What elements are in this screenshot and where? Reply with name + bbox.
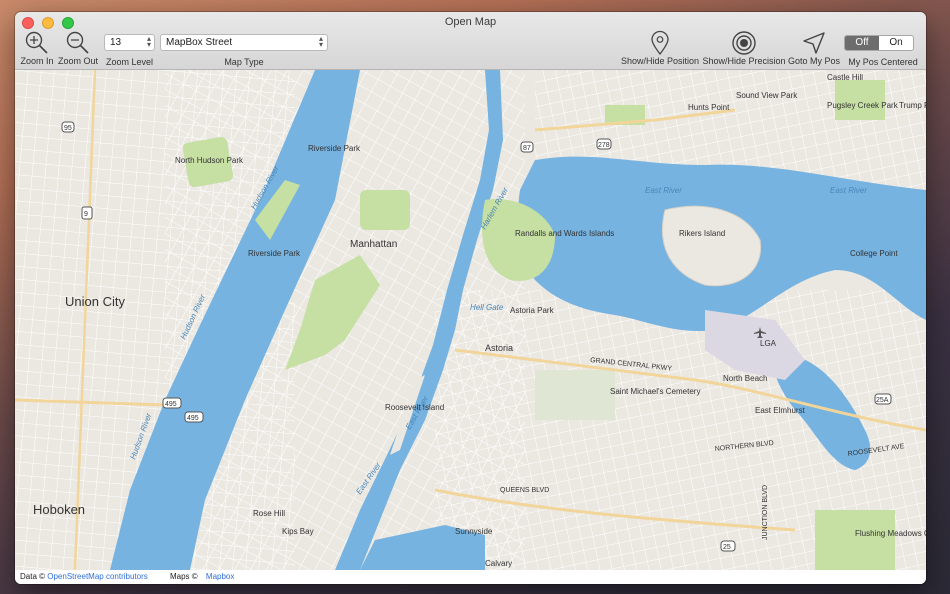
- attribution-bar: Data © OpenStreetMap contributors Maps ©…: [15, 570, 926, 584]
- shield-95: 95: [64, 125, 72, 132]
- show-hide-precision-label: Show/Hide Precision: [702, 56, 786, 66]
- label-union-city: Union City: [65, 294, 125, 309]
- label-roosevelt-island: Roosevelt Island: [385, 403, 444, 412]
- label-astoria: Astoria: [485, 343, 513, 353]
- label-sound-view-park: Sound View Park: [736, 91, 798, 100]
- label-calvary: Calvary: [485, 559, 512, 568]
- zoom-level-stepper[interactable]: 13 ▴ ▾: [104, 34, 155, 51]
- label-east-elmhurst: East Elmhurst: [755, 406, 806, 415]
- chevron-up-down-icon: ▴ ▾: [318, 34, 323, 49]
- target-icon: [732, 31, 756, 55]
- data-attribution-prefix: Data ©: [20, 572, 46, 581]
- zoom-in-button[interactable]: Zoom In: [19, 30, 55, 66]
- label-saint-michaels: Saint Michael's Cemetery: [610, 387, 700, 396]
- zoom-out-button[interactable]: Zoom Out: [58, 30, 98, 66]
- label-hunts-point: Hunts Point: [688, 103, 730, 112]
- label-rikers: Rikers Island: [679, 229, 725, 238]
- mapbox-link[interactable]: Mapbox: [206, 572, 234, 581]
- label-pugsley-creek: Pugsley Creek Park: [827, 101, 899, 110]
- label-college-point: College Point: [850, 249, 898, 258]
- show-hide-position-button[interactable]: Show/Hide Position: [621, 30, 699, 66]
- label-east-river-2: East River: [830, 186, 867, 195]
- label-riverside-park-2: Riverside Park: [248, 249, 301, 258]
- stepper-arrows-icon[interactable]: ▴ ▾: [147, 35, 151, 49]
- map-pin-icon: [651, 30, 669, 56]
- label-north-hudson-park: North Hudson Park: [175, 156, 244, 165]
- label-riverside-park: Riverside Park: [308, 144, 361, 153]
- label-castle-hill: Castle Hill: [827, 73, 863, 82]
- label-east-river-1: East River: [645, 186, 682, 195]
- label-manhattan: Manhattan: [350, 239, 397, 250]
- zoom-in-icon: [25, 31, 48, 54]
- shield-25: 25: [723, 544, 731, 551]
- shield-87: 87: [523, 145, 531, 152]
- show-hide-position-label: Show/Hide Position: [621, 56, 700, 66]
- app-window: Open Map Zoom In Zoom Out 13 ▴ ▾ Zoom Lev…: [15, 12, 926, 584]
- map-type-caption: Map Type: [224, 57, 264, 67]
- label-trump-ferry: Trump Ferry: [899, 101, 926, 110]
- toggle-off-segment[interactable]: Off: [845, 36, 879, 50]
- bronx-park: [835, 80, 885, 120]
- shield-278: 278: [598, 142, 610, 149]
- cemetery-area: [535, 370, 615, 420]
- window-title: Open Map: [444, 16, 497, 28]
- goto-my-pos-button[interactable]: Goto My Pos: [787, 30, 841, 66]
- map-canvas[interactable]: Union City Hoboken North Hudson Park Riv…: [15, 70, 926, 570]
- flushing-meadows-area: [815, 510, 895, 570]
- toolbar: Open Map Zoom In Zoom Out 13 ▴ ▾ Zoom Lev…: [15, 12, 926, 70]
- shield-25a: 25A: [876, 397, 889, 404]
- label-flushing-meadows: Flushing Meadows Corona Park: [855, 529, 926, 538]
- map-type-select[interactable]: MapBox Street ▴ ▾: [160, 34, 328, 51]
- goto-my-pos-label: Goto My Pos: [787, 56, 841, 66]
- label-north-beach: North Beach: [723, 374, 767, 383]
- show-hide-precision-button[interactable]: Show/Hide Precision: [702, 30, 786, 66]
- riverside-park-north: [360, 190, 410, 230]
- maps-attribution-prefix: Maps ©: [169, 572, 198, 581]
- label-junction-blvd: JUNCTION BLVD: [762, 485, 769, 540]
- map-view[interactable]: Union City Hoboken North Hudson Park Riv…: [15, 70, 926, 570]
- label-randalls: Randalls and Wards Islands: [515, 229, 614, 238]
- zoom-level-caption: Zoom Level: [105, 57, 154, 67]
- label-kips-bay: Kips Bay: [282, 527, 314, 536]
- label-sunnyside: Sunnyside: [455, 527, 493, 536]
- label-astoria-park: Astoria Park: [510, 306, 555, 315]
- shield-495: 495: [165, 401, 177, 408]
- my-pos-centered-toggle[interactable]: Off On: [844, 35, 914, 51]
- label-rose-hill: Rose Hill: [253, 509, 285, 518]
- map-type-value: MapBox Street: [166, 37, 233, 48]
- label-hoboken: Hoboken: [33, 502, 85, 517]
- location-arrow-icon: [803, 32, 825, 54]
- shield-495b: 495: [187, 415, 199, 422]
- zoom-out-label: Zoom Out: [58, 56, 99, 66]
- openstreetmap-link[interactable]: OpenStreetMap contributors: [47, 572, 148, 581]
- zoom-in-label: Zoom In: [20, 56, 54, 66]
- label-hell-gate: Hell Gate: [470, 303, 504, 312]
- label-lga: LGA: [760, 339, 777, 348]
- shield-9: 9: [84, 211, 88, 218]
- my-pos-centered-caption: My Pos Centered: [848, 57, 918, 67]
- label-queens-blvd: QUEENS BLVD: [500, 487, 549, 494]
- zoom-level-value: 13: [110, 37, 122, 48]
- toggle-on-segment[interactable]: On: [879, 36, 913, 50]
- zoom-out-icon: [66, 31, 89, 54]
